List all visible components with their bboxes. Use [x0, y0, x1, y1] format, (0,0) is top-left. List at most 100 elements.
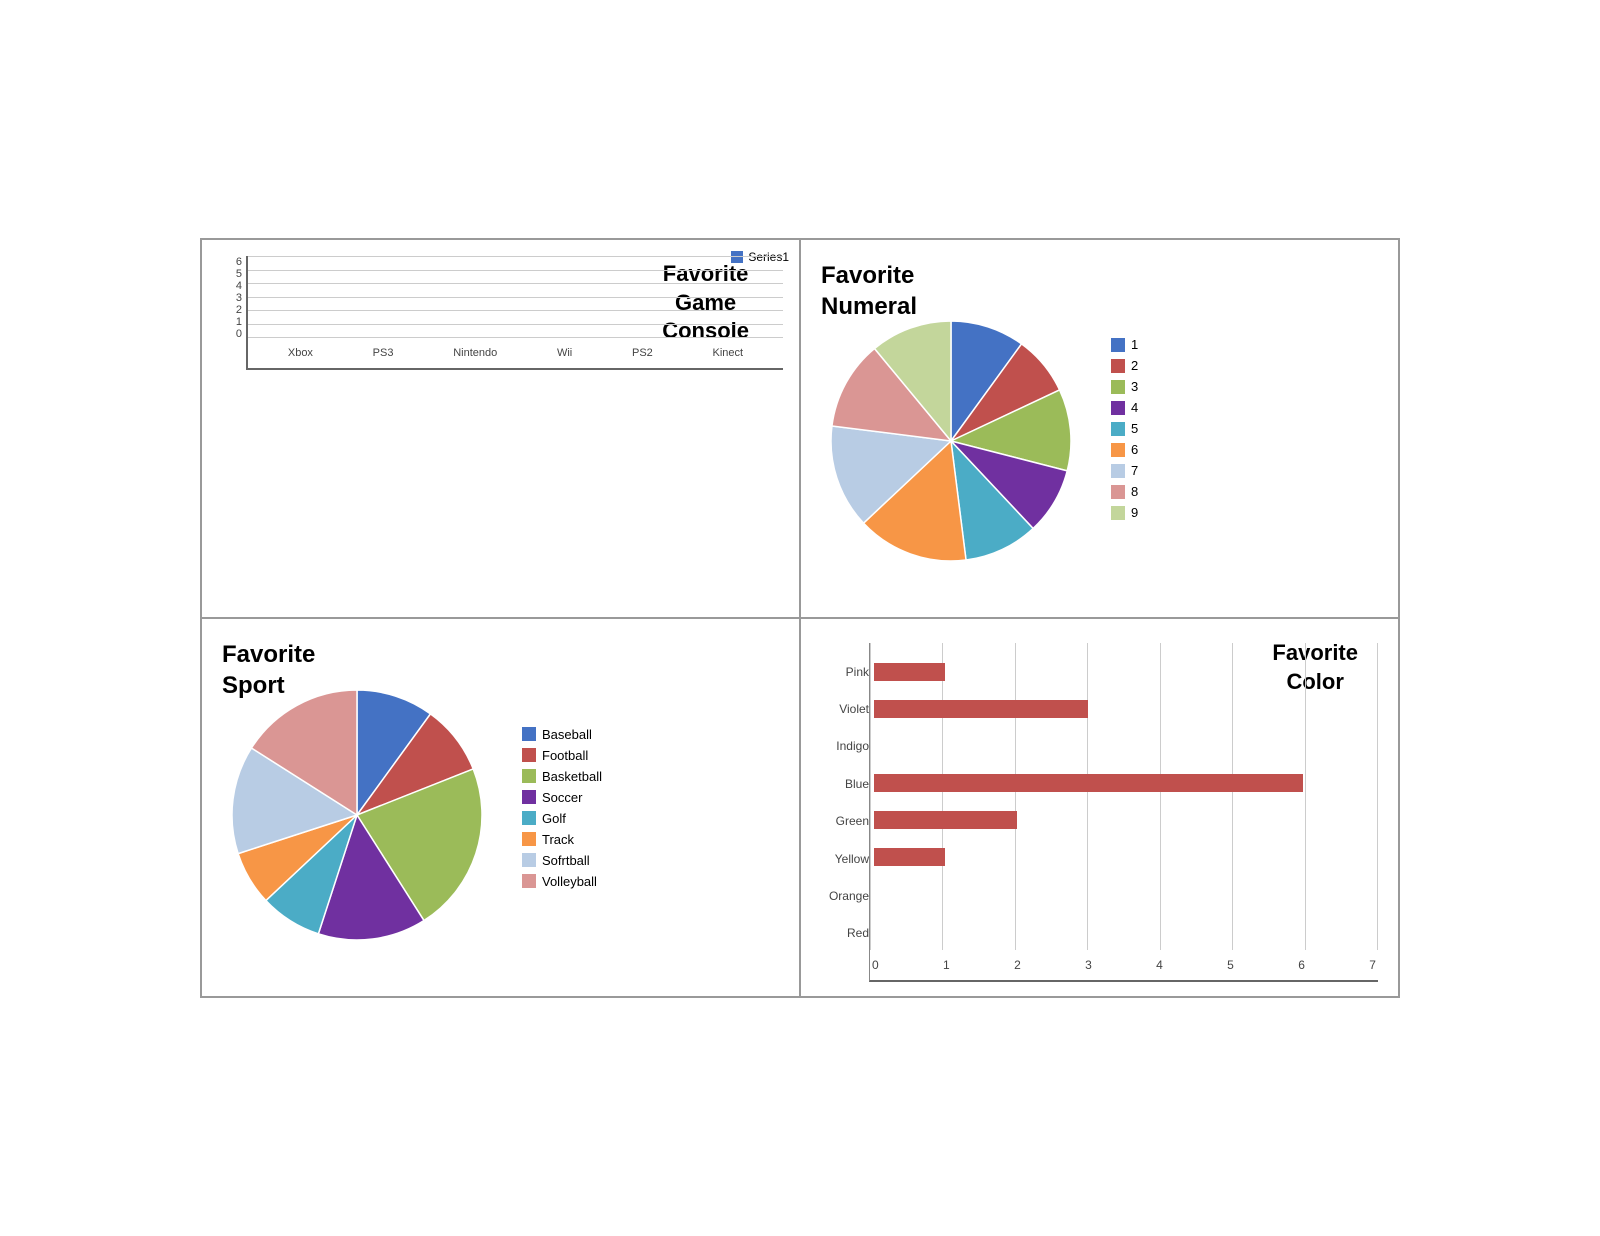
pie-legend-item: 1 — [1111, 337, 1138, 352]
sport-legend-label: Volleyball — [542, 874, 597, 889]
bar-x-label: PS3 — [373, 347, 394, 359]
pie-legend-item: 8 — [1111, 484, 1138, 499]
bar-x-label: Nintendo — [453, 347, 497, 359]
pie-sport-svg — [222, 680, 492, 950]
pie-legend-label: 9 — [1131, 505, 1138, 520]
hbar-plot: 01234567 — [869, 643, 1378, 982]
sport-legend-label: Sofrtball — [542, 853, 590, 868]
sport-legend-color-box — [522, 853, 536, 867]
pie-legend-label: 3 — [1131, 379, 1138, 394]
bar-y-label: 0 — [218, 328, 242, 340]
hbar-rect — [874, 700, 1088, 718]
pie-legend-color-box — [1111, 401, 1125, 415]
bar-plot: XboxPS3NintendoWiiPS2Kinect — [246, 256, 783, 370]
dashboard: FavoriteGameConsole Series1 0123456 Xbox… — [200, 238, 1400, 998]
hbar-rect — [874, 663, 945, 681]
pie-legend-label: 6 — [1131, 442, 1138, 457]
hbar-rect — [874, 848, 945, 866]
bar-y-label: 2 — [218, 304, 242, 316]
pie-sport-cell: FavoriteSport BaseballFootballBasketball… — [201, 618, 800, 997]
hbar-row — [874, 661, 1374, 683]
hbar-x-label: 6 — [1298, 958, 1305, 972]
pie-legend-label: 8 — [1131, 484, 1138, 499]
sport-legend-label: Basketball — [542, 769, 602, 784]
pie-legend-color-box — [1111, 380, 1125, 394]
hbar-y-label: Pink — [811, 665, 869, 679]
hbar-rect — [874, 774, 1303, 792]
pie-legend-label: 5 — [1131, 421, 1138, 436]
sport-legend-item: Baseball — [522, 727, 602, 742]
sport-legend-color-box — [522, 769, 536, 783]
pie-legend-color-box — [1111, 443, 1125, 457]
hbar-x-label: 3 — [1085, 958, 1092, 972]
hbar-x-label: 5 — [1227, 958, 1234, 972]
pie-legend-label: 2 — [1131, 358, 1138, 373]
hbar-y-label: Orange — [811, 889, 869, 903]
pie-legend-item: 5 — [1111, 421, 1138, 436]
hbar-y-label: Indigo — [811, 739, 869, 753]
bar-y-label: 4 — [218, 280, 242, 292]
pie-sport-legend: Baseball Football Basketball Soccer Golf Trac… — [522, 727, 602, 889]
sport-legend-item: Football — [522, 748, 602, 763]
sport-legend-item: Soccer — [522, 790, 602, 805]
hbar-bars-wrapper — [870, 653, 1378, 950]
pie-numeral-legend: 1 2 3 4 5 6 7 8 9 — [1111, 337, 1138, 520]
sport-legend-color-box — [522, 811, 536, 825]
hbar-y-label: Violet — [811, 702, 869, 716]
hbar-row — [874, 735, 1374, 757]
sport-legend-color-box — [522, 727, 536, 741]
sport-legend-item: Golf — [522, 811, 602, 826]
hbar-x-label: 2 — [1014, 958, 1021, 972]
pie-legend-label: 4 — [1131, 400, 1138, 415]
pie-numeral-cell: FavoriteNumeral 1 2 3 4 5 6 7 8 9 — [800, 239, 1399, 618]
pie-legend-color-box — [1111, 422, 1125, 436]
sport-legend-label: Soccer — [542, 790, 582, 805]
hbar-row — [874, 698, 1374, 720]
pie-legend-item: 3 — [1111, 379, 1138, 394]
hbar-x-label: 7 — [1369, 958, 1376, 972]
pie-legend-label: 1 — [1131, 337, 1138, 352]
pie-legend-label: 7 — [1131, 463, 1138, 478]
hbar-y-label: Blue — [811, 777, 869, 791]
sport-legend-label: Baseball — [542, 727, 592, 742]
sport-legend-label: Track — [542, 832, 574, 847]
pie-legend-color-box — [1111, 359, 1125, 373]
hbar-x-label: 1 — [943, 958, 950, 972]
hbar-rect — [874, 811, 1017, 829]
sport-legend-color-box — [522, 874, 536, 888]
pie-legend-item: 9 — [1111, 505, 1138, 520]
pie-legend-item: 6 — [1111, 442, 1138, 457]
bar-x-label: Wii — [557, 347, 572, 359]
sport-legend-color-box — [522, 790, 536, 804]
hbar-x-labels: 01234567 — [870, 950, 1378, 980]
hbar-row — [874, 772, 1374, 794]
hbar-y-label: Red — [811, 926, 869, 940]
pie-legend-color-box — [1111, 485, 1125, 499]
pie-numeral-svg-wrap — [821, 311, 1081, 576]
hbar-row — [874, 809, 1374, 831]
pie-legend-item: 2 — [1111, 358, 1138, 373]
pie-legend-item: 4 — [1111, 400, 1138, 415]
pie-numeral-title: FavoriteNumeral — [821, 260, 917, 322]
hbar-x-label: 0 — [872, 958, 879, 972]
sport-legend-color-box — [522, 832, 536, 846]
bar-y-label: 3 — [218, 292, 242, 304]
bar-y-label: 6 — [218, 256, 242, 268]
sport-legend-item: Basketball — [522, 769, 602, 784]
pie-sport-svg-wrap — [222, 680, 492, 955]
hbar-y-label: Green — [811, 814, 869, 828]
pie-numeral-svg — [821, 311, 1081, 571]
sport-legend-color-box — [522, 748, 536, 762]
hbar-row — [874, 883, 1374, 905]
bar-chart-cell: FavoriteGameConsole Series1 0123456 Xbox… — [201, 239, 800, 618]
sport-legend-item: Volleyball — [522, 874, 602, 889]
hbar-y-label: Yellow — [811, 852, 869, 866]
bar-y-axis: 0123456 — [218, 256, 246, 370]
hbar-chart-cell: FavoriteColor PinkVioletIndigoBlueGreenY… — [800, 618, 1399, 997]
pie-legend-color-box — [1111, 338, 1125, 352]
sport-legend-item: Sofrtball — [522, 853, 602, 868]
pie-legend-color-box — [1111, 464, 1125, 478]
sport-legend-item: Track — [522, 832, 602, 847]
pie-legend-color-box — [1111, 506, 1125, 520]
hbar-row — [874, 846, 1374, 868]
